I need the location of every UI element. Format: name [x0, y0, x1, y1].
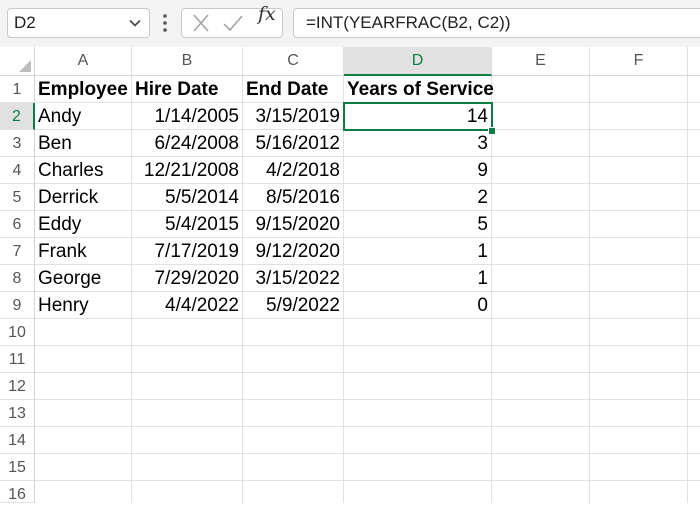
cell-a8[interactable]: George	[35, 265, 132, 292]
row-header-16[interactable]: 16	[0, 481, 35, 503]
cell-c3[interactable]: 5/16/2012	[243, 130, 344, 157]
row-header-3[interactable]: 3	[0, 130, 35, 157]
cell-c5[interactable]: 8/5/2016	[243, 184, 344, 211]
cell-d7[interactable]: 1	[344, 238, 492, 265]
formula-input[interactable]: =INT(YEARFRAC(B2, C2))	[293, 8, 700, 38]
cell-b5[interactable]: 5/5/2014	[132, 184, 243, 211]
cell-d4[interactable]: 9	[344, 157, 492, 184]
column-header-e[interactable]: E	[492, 47, 590, 75]
formula-text[interactable]: =INT(YEARFRAC(B2, C2))	[306, 13, 511, 33]
column-header-a[interactable]: A	[35, 47, 132, 75]
cell-c7[interactable]: 9/12/2020	[243, 238, 344, 265]
cell-c6[interactable]: 9/15/2020	[243, 211, 344, 238]
cell-a9[interactable]: Henry	[35, 292, 132, 319]
cell-b1[interactable]: Hire Date	[132, 76, 243, 103]
cell-a6[interactable]: Eddy	[35, 211, 132, 238]
cell-d6[interactable]: 5	[344, 211, 492, 238]
confirm-check-icon[interactable]	[218, 9, 248, 37]
cell-c8[interactable]: 3/15/2022	[243, 265, 344, 292]
worksheet-grid[interactable]: Employee Hire Date End Date Years of Ser…	[35, 76, 700, 503]
cell-c1[interactable]: End Date	[243, 76, 344, 103]
cell-b2[interactable]: 1/14/2005	[132, 103, 243, 130]
row-header-13[interactable]: 13	[0, 400, 35, 427]
cell-b3[interactable]: 6/24/2008	[132, 130, 243, 157]
more-options-icon[interactable]	[160, 11, 170, 35]
row-header-4[interactable]: 4	[0, 157, 35, 184]
cell-a4[interactable]: Charles	[35, 157, 132, 184]
cell-b9[interactable]: 4/4/2022	[132, 292, 243, 319]
cell-b7[interactable]: 7/17/2019	[132, 238, 243, 265]
cell-a3[interactable]: Ben	[35, 130, 132, 157]
row-header-6[interactable]: 6	[0, 211, 35, 238]
column-header-c[interactable]: C	[243, 47, 344, 75]
cell-b6[interactable]: 5/4/2015	[132, 211, 243, 238]
name-box[interactable]: D2	[7, 8, 150, 38]
cell-d9[interactable]: 0	[344, 292, 492, 319]
row-header-10[interactable]: 10	[0, 319, 35, 346]
cell-b4[interactable]: 12/21/2008	[132, 157, 243, 184]
insert-function-icon[interactable]: fx	[258, 3, 276, 25]
column-header-f[interactable]: F	[590, 47, 688, 75]
row-header-12[interactable]: 12	[0, 373, 35, 400]
row-header-7[interactable]: 7	[0, 238, 35, 265]
row-header-8[interactable]: 8	[0, 265, 35, 292]
column-header-bar: A B C D E F	[35, 47, 700, 76]
select-all-corner[interactable]	[0, 47, 35, 76]
cancel-icon[interactable]	[187, 9, 215, 37]
fill-handle[interactable]	[488, 127, 496, 135]
cell-d8[interactable]: 1	[344, 265, 492, 292]
cell-d1[interactable]: Years of Service	[344, 76, 494, 103]
row-header-11[interactable]: 11	[0, 346, 35, 373]
cell-a5[interactable]: Derrick	[35, 184, 132, 211]
cell-a7[interactable]: Frank	[35, 238, 132, 265]
row-header-14[interactable]: 14	[0, 427, 35, 454]
row-header-2[interactable]: 2	[0, 103, 35, 130]
column-header-b[interactable]: B	[132, 47, 243, 75]
cell-d5[interactable]: 2	[344, 184, 492, 211]
cell-a2[interactable]: Andy	[35, 103, 132, 130]
cell-b8[interactable]: 7/29/2020	[132, 265, 243, 292]
cell-d3[interactable]: 3	[344, 130, 492, 157]
column-header-d[interactable]: D	[344, 47, 492, 76]
formula-bar-area: D2 fx =INT(YEARFRAC(B2, C2))	[0, 0, 700, 47]
cell-c2[interactable]: 3/15/2019	[243, 103, 344, 130]
row-header-9[interactable]: 9	[0, 292, 35, 319]
cell-a1[interactable]: Employee	[35, 76, 132, 103]
cell-c9[interactable]: 5/9/2022	[243, 292, 344, 319]
chevron-down-icon[interactable]	[127, 15, 143, 31]
cell-c4[interactable]: 4/2/2018	[243, 157, 344, 184]
row-header-15[interactable]: 15	[0, 454, 35, 481]
row-header-1[interactable]: 1	[0, 76, 35, 103]
name-box-value[interactable]: D2	[14, 13, 36, 33]
active-cell-selection	[343, 102, 493, 131]
select-all-triangle-icon	[19, 60, 31, 72]
row-header-5[interactable]: 5	[0, 184, 35, 211]
